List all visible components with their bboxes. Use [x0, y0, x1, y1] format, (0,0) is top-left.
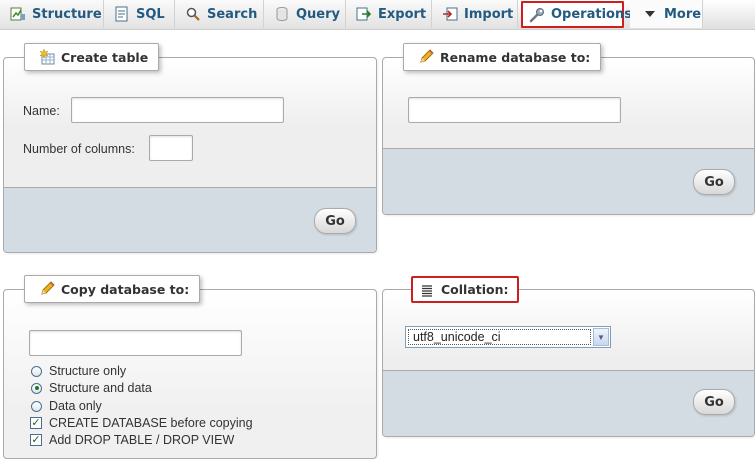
collation-title: Collation:	[441, 282, 509, 297]
rename-database-footer: Go	[383, 148, 754, 214]
option-data-only[interactable]: Data only	[31, 399, 102, 413]
rename-database-go-button[interactable]: Go	[693, 169, 735, 195]
tab-label: Import	[464, 6, 514, 22]
data-only-radio[interactable]	[31, 400, 42, 412]
option-label: Structure and data	[49, 381, 152, 395]
tab-export[interactable]: Export	[346, 0, 432, 28]
triangle-down-icon	[642, 6, 658, 22]
copy-database-panel: Copy database to: Structure only Structu…	[3, 275, 377, 459]
tab-sql[interactable]: SQL	[104, 0, 175, 28]
option-label: Add DROP TABLE / DROP VIEW	[49, 433, 235, 447]
tab-label: More	[664, 6, 702, 22]
sql-icon	[114, 6, 130, 22]
collation-select[interactable]: utf8_unicode_ci ▼	[405, 326, 611, 348]
tab-label: SQL	[136, 6, 165, 22]
option-create-database[interactable]: ✓ CREATE DATABASE before copying	[30, 416, 253, 430]
table-name-input[interactable]	[71, 97, 284, 123]
search-icon	[185, 6, 201, 22]
structure-and-data-radio[interactable]	[31, 382, 42, 394]
pencil-icon	[39, 281, 55, 297]
new-table-icon	[39, 48, 55, 65]
collation-footer: Go	[383, 370, 754, 436]
list-icon	[419, 282, 435, 298]
chevron-down-icon[interactable]: ▼	[593, 328, 609, 346]
tab-operations[interactable]: Operations	[521, 1, 632, 28]
rename-database-input[interactable]	[408, 97, 621, 123]
tab-more[interactable]: More	[630, 0, 703, 28]
create-table-legend: Create table	[24, 43, 160, 71]
import-icon	[442, 6, 458, 22]
export-icon	[356, 6, 372, 22]
rename-database-title: Rename database to:	[440, 49, 591, 65]
rename-database-panel: Rename database to: Go	[382, 43, 755, 215]
copy-database-name-input[interactable]	[29, 330, 242, 356]
tab-label: Structure	[32, 6, 102, 22]
collation-panel: Collation: utf8_unicode_ci ▼ Go	[382, 276, 755, 437]
add-drop-table-checkbox[interactable]: ✓	[30, 434, 42, 446]
tab-label: Export	[378, 6, 427, 22]
option-structure-and-data[interactable]: Structure and data	[31, 381, 152, 395]
create-table-title: Create table	[61, 49, 149, 65]
collation-legend: Collation:	[411, 276, 519, 303]
copy-database-title: Copy database to:	[61, 281, 190, 297]
structure-only-radio[interactable]	[31, 365, 42, 377]
tab-search[interactable]: Search	[175, 0, 264, 28]
wrench-icon	[529, 7, 545, 23]
create-table-go-button[interactable]: Go	[314, 208, 356, 234]
tab-label: Operations	[551, 7, 632, 22]
tab-import[interactable]: Import	[432, 0, 518, 28]
tab-bar: Structure SQL Search Query Export Import	[0, 0, 755, 30]
create-table-footer: Go	[4, 187, 376, 252]
option-label: CREATE DATABASE before copying	[49, 416, 253, 430]
collation-selected-value: utf8_unicode_ci	[408, 329, 591, 345]
collation-go-button[interactable]: Go	[693, 389, 735, 415]
columns-count-input[interactable]	[149, 135, 193, 161]
tab-query[interactable]: Query	[264, 0, 346, 28]
pencil-icon	[418, 49, 434, 65]
rename-database-legend: Rename database to:	[403, 43, 602, 71]
name-label: Name:	[23, 104, 60, 118]
tab-label: Search	[207, 6, 258, 22]
option-label: Data only	[49, 399, 102, 413]
option-structure-only[interactable]: Structure only	[31, 364, 126, 378]
option-label: Structure only	[49, 364, 127, 378]
option-add-drop-table[interactable]: ✓ Add DROP TABLE / DROP VIEW	[30, 433, 234, 447]
copy-database-legend: Copy database to:	[24, 275, 201, 303]
create-table-panel: Create table Name: Number of columns: Go	[3, 43, 377, 253]
tab-label: Query	[296, 6, 341, 22]
structure-icon	[10, 6, 26, 22]
create-database-checkbox[interactable]: ✓	[30, 417, 42, 429]
columns-label: Number of columns:	[23, 142, 135, 156]
query-icon	[274, 6, 290, 22]
tab-structure[interactable]: Structure	[0, 0, 104, 28]
